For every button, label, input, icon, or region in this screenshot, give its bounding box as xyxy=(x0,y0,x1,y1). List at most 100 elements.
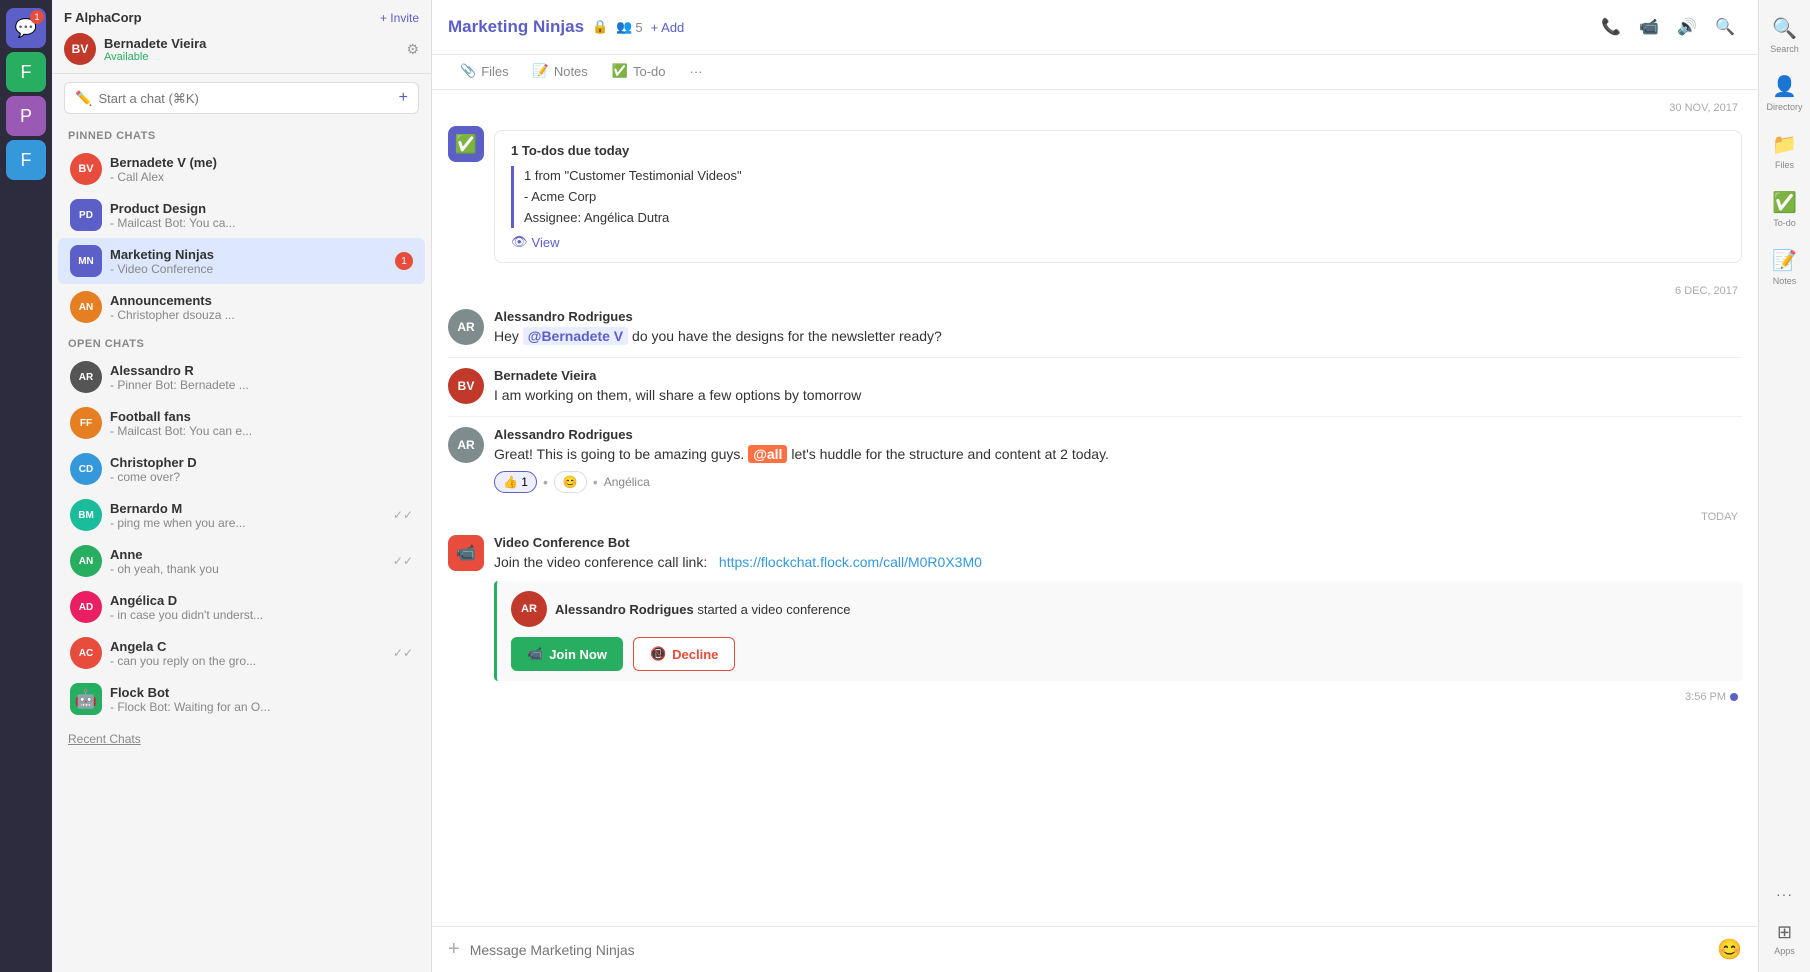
video-call-button[interactable]: 📹 xyxy=(1632,10,1666,44)
unread-dot xyxy=(1730,693,1738,701)
right-panel-files[interactable]: 📁 Files xyxy=(1763,124,1807,178)
view-link[interactable]: 👁 View xyxy=(511,234,1725,250)
right-panel-todo[interactable]: ✅ To-do xyxy=(1763,182,1807,236)
apps-label: Apps xyxy=(1774,946,1795,956)
right-panel: 🔍 Search 👤 Directory 📁 Files ✅ To-do 📝 N… xyxy=(1758,0,1810,972)
message-group-2: BV Bernadete Vieira I am working on them… xyxy=(432,362,1758,412)
header-icons: 📞 📹 🔊 🔍 xyxy=(1594,10,1742,44)
emoji-icon[interactable]: 😊 xyxy=(1717,937,1742,962)
chat-name: Anne xyxy=(110,547,385,562)
chat-preview: - in case you didn't underst... xyxy=(110,608,413,622)
chat-name: Product Design xyxy=(110,201,413,216)
phone-call-button[interactable]: 📞 xyxy=(1594,10,1628,44)
avatar: BV xyxy=(70,153,102,185)
chat-info: Anne - oh yeah, thank you xyxy=(110,547,385,576)
chat-info: Product Design - Mailcast Bot: You ca... xyxy=(110,201,413,230)
pinned-chat-product-design[interactable]: PD Product Design - Mailcast Bot: You ca… xyxy=(58,192,425,238)
directory-icon: 👤 xyxy=(1772,74,1797,99)
right-panel-notes[interactable]: 📝 Notes xyxy=(1763,240,1807,294)
open-chat-flockbot[interactable]: 🤖 Flock Bot - Flock Bot: Waiting for an … xyxy=(58,676,425,722)
avatar: CD xyxy=(70,453,102,485)
sidebar-header: F AlphaCorp + Invite BV Bernadete Vieira… xyxy=(52,0,431,74)
avatar: AR xyxy=(70,361,102,393)
read-check: ✓✓ xyxy=(393,508,413,522)
search-label: Search xyxy=(1770,44,1799,54)
files-icon: 📁 xyxy=(1772,132,1797,157)
video-bot-message: 📹 Video Conference Bot Join the video co… xyxy=(432,529,1758,687)
open-chat-football[interactable]: FF Football fans - Mailcast Bot: You can… xyxy=(58,400,425,446)
right-panel-directory[interactable]: 👤 Directory xyxy=(1763,66,1807,120)
iconbar-workspace-f2[interactable]: F xyxy=(6,140,46,180)
pinned-chat-marketing-ninjas[interactable]: MN Marketing Ninjas - Video Conference 1 xyxy=(58,238,425,284)
join-now-button[interactable]: 📹 Join Now xyxy=(511,637,623,671)
iconbar-chat[interactable]: 💬 1 xyxy=(6,8,46,48)
tab-todo[interactable]: ✅ To-do xyxy=(600,55,678,89)
vc-card-title: Alessandro Rodrigues started a video con… xyxy=(555,602,851,617)
message-content: Bernadete Vieira I am working on them, w… xyxy=(494,368,1742,406)
message-group-3: AR Alessandro Rodrigues Great! This is g… xyxy=(432,421,1758,499)
open-chat-christopher[interactable]: CD Christopher D - come over? xyxy=(58,446,425,492)
new-chat-icon[interactable]: + xyxy=(399,89,408,107)
open-chat-angela[interactable]: AC Angela C - can you reply on the gro..… xyxy=(58,630,425,676)
message-content: Video Conference Bot Join the video conf… xyxy=(494,535,1742,681)
open-chat-alessandro[interactable]: AR Alessandro R - Pinner Bot: Bernadete … xyxy=(58,354,425,400)
pinned-chat-bernadete[interactable]: BV Bernadete V (me) - Call Alex xyxy=(58,146,425,192)
chat-name: Angela C xyxy=(110,639,385,654)
notes-icon: 📝 xyxy=(533,63,549,79)
decline-button[interactable]: 📵 Decline xyxy=(633,637,735,671)
todo-card-title: 1 To-dos due today xyxy=(511,143,1725,158)
pinned-chats-label: PINNED CHATS xyxy=(52,122,431,146)
todo-icon: ✅ xyxy=(1772,190,1797,215)
open-chat-anne[interactable]: AN Anne - oh yeah, thank you ✓✓ xyxy=(58,538,425,584)
open-chat-bernardo[interactable]: BM Bernardo M - ping me when you are... … xyxy=(58,492,425,538)
todo-item: 1 from "Customer Testimonial Videos" - A… xyxy=(511,166,1725,228)
avatar: AD xyxy=(70,591,102,623)
chat-info: Angélica D - in case you didn't underst.… xyxy=(110,593,413,622)
video-call-link[interactable]: https://flockchat.flock.com/call/M0R0X3M… xyxy=(719,554,982,570)
chat-name: Flock Bot xyxy=(110,685,413,700)
smile-reaction[interactable]: 😊 xyxy=(554,471,587,493)
right-panel-apps[interactable]: ⊞ Apps xyxy=(1763,914,1807,964)
search-bar[interactable]: ✏️ + xyxy=(64,82,419,114)
chat-name: Football fans xyxy=(110,409,413,424)
avatar: AN xyxy=(70,291,102,323)
right-panel-search[interactable]: 🔍 Search xyxy=(1763,8,1807,62)
directory-label: Directory xyxy=(1767,102,1803,112)
avatar: AC xyxy=(70,637,102,669)
attachment-icon[interactable]: + xyxy=(448,938,460,961)
tab-more[interactable]: ··· xyxy=(678,55,715,89)
search-input[interactable] xyxy=(98,91,392,106)
search-button[interactable]: 🔍 xyxy=(1708,10,1742,44)
audio-button[interactable]: 🔊 xyxy=(1670,10,1704,44)
tab-notes[interactable]: 📝 Notes xyxy=(521,55,600,89)
open-chats-label: OPEN CHATS xyxy=(52,330,431,354)
open-chat-angelica[interactable]: AD Angélica D - in case you didn't under… xyxy=(58,584,425,630)
message-sender: Video Conference Bot xyxy=(494,535,1742,550)
sidebar: F AlphaCorp + Invite BV Bernadete Vieira… xyxy=(52,0,432,972)
chat-preview: - Mailcast Bot: You ca... xyxy=(110,216,413,230)
chat-preview: - oh yeah, thank you xyxy=(110,562,385,576)
right-panel-more[interactable]: ··· xyxy=(1763,878,1807,910)
chat-list: PINNED CHATS BV Bernadete V (me) - Call … xyxy=(52,122,431,972)
chat-info: Football fans - Mailcast Bot: You can e.… xyxy=(110,409,413,438)
message-avatar: BV xyxy=(448,368,484,404)
chat-preview: - Flock Bot: Waiting for an O... xyxy=(110,700,413,714)
iconbar-workspace-p[interactable]: P xyxy=(6,96,46,136)
invite-button[interactable]: + Invite xyxy=(380,11,419,25)
add-members-button[interactable]: + Add xyxy=(651,20,685,35)
recent-chats-link[interactable]: Recent Chats xyxy=(52,722,431,756)
avatar: PD xyxy=(70,199,102,231)
read-check: ✓✓ xyxy=(393,646,413,660)
message-input[interactable] xyxy=(470,942,1707,958)
workspace-name: F AlphaCorp xyxy=(64,10,142,25)
tab-files[interactable]: 📎 Files xyxy=(448,55,521,89)
gear-icon[interactable]: ⚙ xyxy=(406,41,419,58)
iconbar-workspace-f1[interactable]: F xyxy=(6,52,46,92)
unread-badge: 1 xyxy=(395,252,413,270)
user-info: Bernadete Vieira Available xyxy=(104,36,398,63)
chat-name: Alessandro R xyxy=(110,363,413,378)
pinned-chat-announcements[interactable]: AN Announcements - Christopher dsouza ..… xyxy=(58,284,425,330)
avatar: FF xyxy=(70,407,102,439)
thumbs-up-reaction[interactable]: 👍 1 xyxy=(494,471,537,493)
todo-label: To-do xyxy=(1773,218,1796,228)
